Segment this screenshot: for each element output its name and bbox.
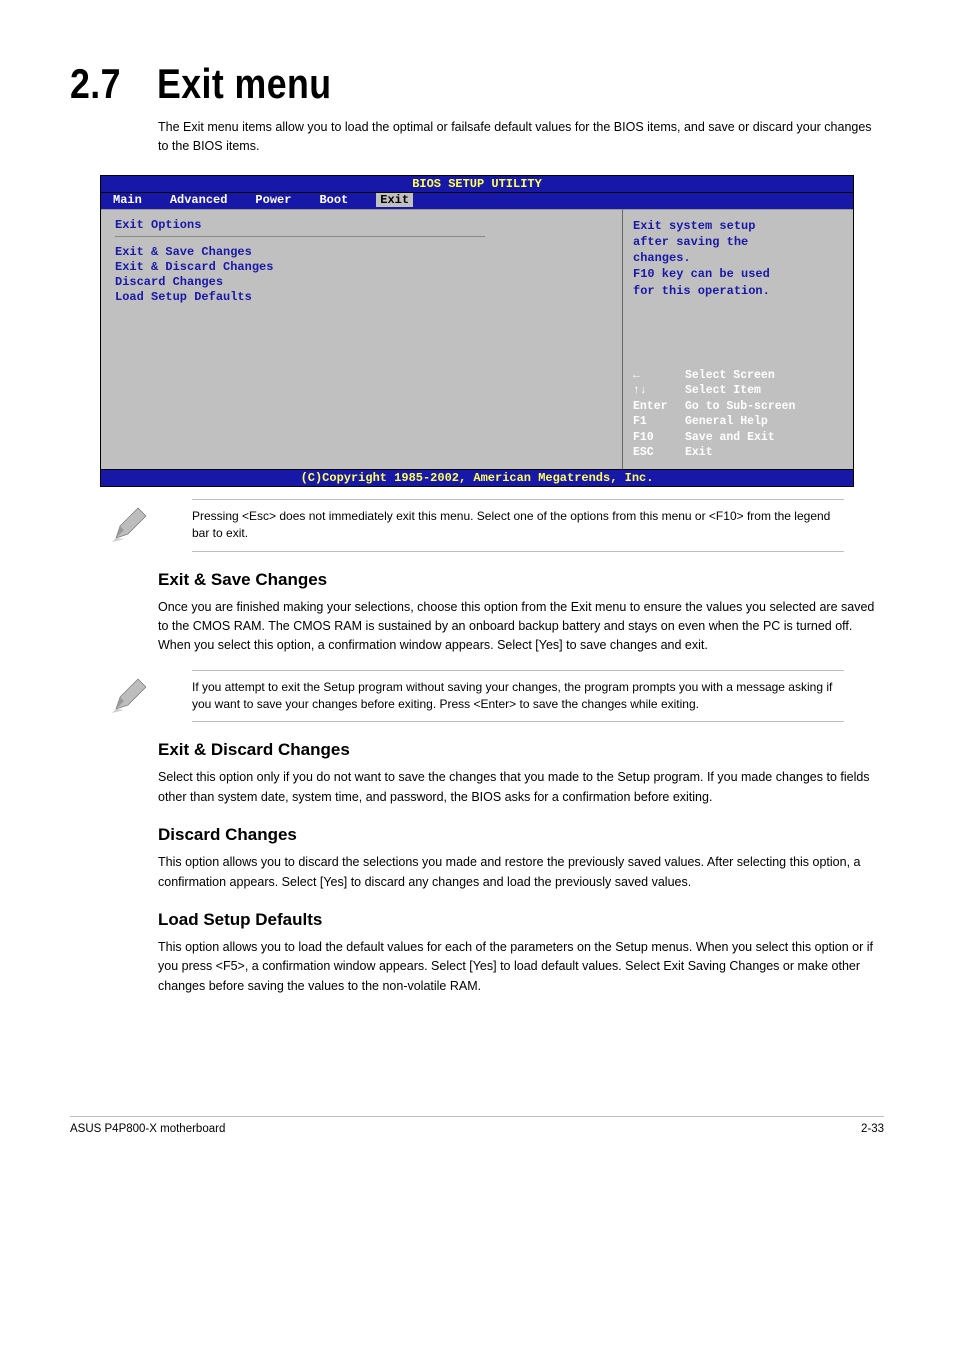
key-arrow-ud: ↑↓	[633, 383, 685, 399]
load-setup-defaults-item[interactable]: Load Setup Defaults	[115, 290, 608, 304]
discard-changes-item[interactable]: Discard Changes	[115, 275, 608, 289]
subsection-exit-discard: Exit & Discard Changes Select this optio…	[158, 740, 884, 807]
bios-footer: (C)Copyright 1985-2002, American Megatre…	[101, 469, 853, 486]
key-f1: F1	[633, 414, 685, 430]
tab-power[interactable]: Power	[255, 193, 291, 207]
bios-header: BIOS SETUP UTILITY	[101, 176, 853, 193]
section-title: 2.7 Exit menu	[70, 60, 762, 108]
pencil-icon	[110, 504, 152, 546]
key-label: Select Screen	[685, 368, 775, 384]
tab-exit[interactable]: Exit	[376, 193, 413, 207]
exit-options-heading: Exit Options	[115, 218, 608, 232]
sub-title: Exit & Save Changes	[158, 570, 884, 590]
note-text-2: If you attempt to exit the Setup program…	[192, 670, 844, 723]
bios-screenshot: BIOS SETUP UTILITY Main Advanced Power B…	[100, 175, 854, 487]
sub-body: Once you are finished making your select…	[158, 598, 884, 656]
help-line: F10 key can be used	[633, 266, 843, 282]
subsection-exit-save: Exit & Save Changes Once you are finishe…	[158, 570, 884, 656]
help-line: Exit system setup	[633, 218, 843, 234]
divider	[115, 236, 485, 237]
bios-left-pane: Exit Options Exit & Save Changes Exit & …	[101, 209, 623, 469]
footer-right: 2-33	[861, 1123, 884, 1135]
sub-title: Load Setup Defaults	[158, 910, 884, 930]
key-esc: ESC	[633, 445, 685, 461]
sub-body: This option allows you to discard the se…	[158, 853, 884, 892]
footer-left: ASUS P4P800-X motherboard	[70, 1123, 225, 1135]
note-block-1: Pressing <Esc> does not immediately exit…	[110, 499, 844, 552]
sub-title: Discard Changes	[158, 825, 884, 845]
key-arrow-lr: ←	[633, 368, 685, 384]
key-label: Exit	[685, 445, 713, 461]
tab-boot[interactable]: Boot	[319, 193, 348, 207]
help-line: changes.	[633, 250, 843, 266]
bios-right-pane: Exit system setup after saving the chang…	[623, 209, 853, 469]
exit-save-changes-item[interactable]: Exit & Save Changes	[115, 245, 608, 259]
key-label: Go to Sub-screen	[685, 399, 795, 415]
key-label: Select Item	[685, 383, 761, 399]
sub-body: Select this option only if you do not wa…	[158, 768, 884, 807]
subsection-load-defaults: Load Setup Defaults This option allows y…	[158, 910, 884, 996]
tab-main[interactable]: Main	[113, 193, 142, 207]
sub-title: Exit & Discard Changes	[158, 740, 884, 760]
key-f10: F10	[633, 430, 685, 446]
help-line: for this operation.	[633, 283, 843, 299]
sub-body: This option allows you to load the defau…	[158, 938, 884, 996]
note-text-1: Pressing <Esc> does not immediately exit…	[192, 499, 844, 552]
tab-advanced[interactable]: Advanced	[170, 193, 228, 207]
exit-discard-changes-item[interactable]: Exit & Discard Changes	[115, 260, 608, 274]
bios-help-text: Exit system setup after saving the chang…	[633, 218, 843, 368]
bios-tab-bar: Main Advanced Power Boot Exit	[101, 193, 853, 209]
note-block-2: If you attempt to exit the Setup program…	[110, 670, 844, 723]
key-label: Save and Exit	[685, 430, 775, 446]
bios-key-legend: ←Select Screen ↑↓Select Item EnterGo to …	[633, 368, 843, 461]
section-intro: The Exit menu items allow you to load th…	[70, 118, 884, 157]
help-line: after saving the	[633, 234, 843, 250]
subsection-discard: Discard Changes This option allows you t…	[158, 825, 884, 892]
pencil-icon	[110, 675, 152, 717]
key-enter: Enter	[633, 399, 685, 415]
key-label: General Help	[685, 414, 768, 430]
page-footer: ASUS P4P800-X motherboard 2-33	[70, 1116, 884, 1135]
